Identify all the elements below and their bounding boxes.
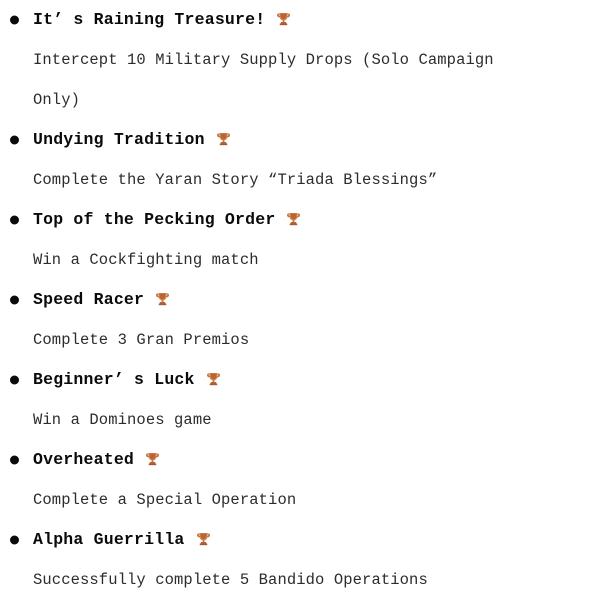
- trophy-icon: [206, 372, 220, 387]
- achievement-title-row: Speed Racer: [0, 280, 606, 320]
- trophy-icon: [277, 12, 291, 27]
- achievement-item: Beginner’ s Luck Win a Dominoes game: [0, 360, 606, 440]
- achievement-item: Undying Tradition Complete the Yaran Stor…: [0, 120, 606, 200]
- achievement-name: Alpha Guerrilla: [33, 530, 185, 549]
- achievement-description: Complete a Special Operation: [0, 480, 578, 520]
- bullet-icon: [10, 375, 19, 385]
- trophy-icon: [146, 452, 160, 467]
- trophy-icon: [156, 292, 170, 307]
- bullet-icon: [10, 295, 19, 305]
- achievement-title-row: Beginner’ s Luck: [0, 360, 606, 400]
- achievement-item: It’ s Raining Treasure! Intercept 10 Mili…: [0, 0, 606, 120]
- trophy-icon: [196, 532, 210, 547]
- trophy-icon: [216, 132, 230, 147]
- achievement-description-line: Win a Dominoes game: [33, 411, 212, 429]
- achievement-name: Overheated: [33, 450, 135, 469]
- achievement-list: It’ s Raining Treasure! Intercept 10 Mili…: [0, 0, 606, 600]
- achievement-description-line: Complete a Special Operation: [33, 491, 297, 509]
- achievement-description: Win a Cockfighting match: [0, 240, 578, 280]
- achievement-description: Intercept 10 Military Supply Drops (Solo…: [0, 40, 578, 120]
- achievement-item: Overheated Complete a Special Operation: [0, 440, 606, 520]
- achievement-description-line: Complete 3 Gran Premios: [33, 331, 250, 349]
- achievement-description: Complete 3 Gran Premios: [0, 320, 578, 360]
- achievement-description-line: Successfully complete 5 Bandido Operatio…: [33, 571, 428, 589]
- achievement-title-row: It’ s Raining Treasure!: [0, 0, 606, 40]
- achievement-item: Alpha Guerrilla Successfully complete 5 B…: [0, 520, 606, 600]
- achievement-item: Speed Racer Complete 3 Gran Premios: [0, 280, 606, 360]
- achievement-description-line: Intercept 10 Military Supply Drops (Solo…: [33, 51, 494, 69]
- achievement-title-row: Top of the Pecking Order: [0, 200, 606, 240]
- achievement-name: Top of the Pecking Order: [33, 210, 276, 229]
- achievement-title-row: Alpha Guerrilla: [0, 520, 606, 560]
- achievement-name: Speed Racer: [33, 290, 145, 309]
- achievement-name: It’ s Raining Treasure!: [33, 10, 266, 29]
- achievement-title-row: Overheated: [0, 440, 606, 480]
- bullet-icon: [10, 15, 19, 25]
- achievement-description-line: Only): [33, 91, 81, 109]
- achievement-title-row: Undying Tradition: [0, 120, 606, 160]
- trophy-icon: [287, 212, 301, 227]
- bullet-icon: [10, 135, 19, 145]
- bullet-icon: [10, 455, 19, 465]
- achievement-name: Beginner’ s Luck: [33, 370, 195, 389]
- achievement-description: Successfully complete 5 Bandido Operatio…: [0, 560, 578, 600]
- achievement-description-line: Win a Cockfighting match: [33, 251, 259, 269]
- achievement-name: Undying Tradition: [33, 130, 205, 149]
- bullet-icon: [10, 215, 19, 225]
- achievement-item: Top of the Pecking Order Win a Cockfighti…: [0, 200, 606, 280]
- bullet-icon: [10, 535, 19, 545]
- achievement-description: Win a Dominoes game: [0, 400, 578, 440]
- achievement-description-line: Complete the Yaran Story “Triada Blessin…: [33, 171, 438, 189]
- achievement-description: Complete the Yaran Story “Triada Blessin…: [0, 160, 578, 200]
